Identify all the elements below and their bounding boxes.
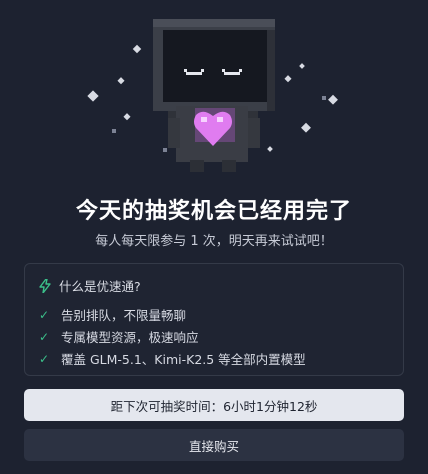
feature-item: ✓ 专属模型资源，极速响应 [39,327,199,346]
heart-icon [194,108,235,146]
check-icon: ✓ [39,329,50,344]
feature-label: 专属模型资源，极速响应 [61,330,199,345]
mascot-illustration [87,19,338,172]
robot-head [153,19,275,111]
features-card-heading: 什么是优速通? [59,279,141,294]
feature-item: ✓ 告别排队，不限量畅聊 [39,305,186,324]
check-icon: ✓ [39,351,50,366]
page-subtitle: 每人每天限参与 1 次，明天再来试试吧！ [95,234,333,249]
check-icon: ✓ [39,307,50,322]
countdown-button[interactable]: 距下次可抽奖时间：6小时1分钟12秒 [24,389,404,421]
page-title: 今天的抽奖机会已经用完了 [75,199,352,224]
features-card: 什么是优速通? ✓ 告别排队，不限量畅聊 ✓ 专属模型资源，极速响应 ✓ 覆盖 … [24,263,404,376]
feature-label: 告别排队，不限量畅聊 [61,308,187,323]
buy-button[interactable]: 直接购买 [24,429,404,461]
features-card-header: 什么是优速通? [39,276,141,295]
feature-item: ✓ 覆盖 GLM-5.1、Kimi-K2.5 等全部内置模型 [39,349,306,368]
feature-label: 覆盖 GLM-5.1、Kimi-K2.5 等全部内置模型 [61,352,306,367]
lightning-icon [39,278,51,293]
